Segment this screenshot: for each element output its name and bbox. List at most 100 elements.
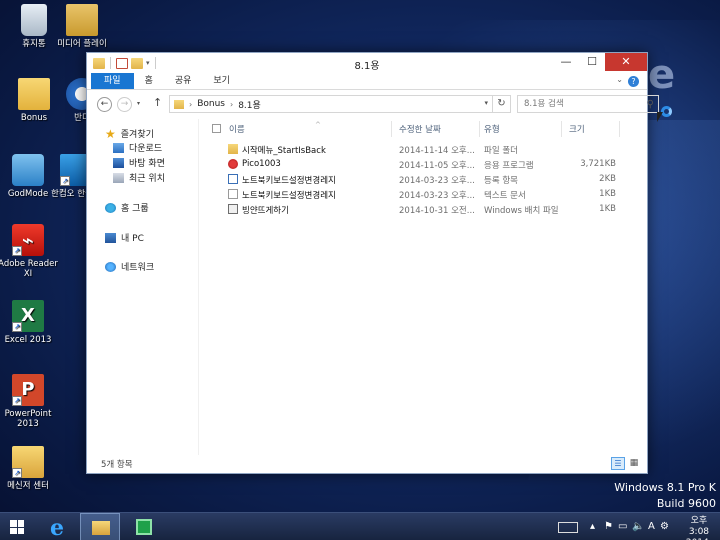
title-bar[interactable]: ▾ 8.1용 — ☐ ✕: [87, 53, 647, 73]
select-all-checkbox[interactable]: [212, 124, 221, 133]
table-row[interactable]: 노트북키보드설정변경레지 2014-03-23 오후... 등록 항목 2KB: [199, 173, 647, 187]
file-size: 3,721KB: [580, 159, 616, 169]
recent-places-icon: [113, 172, 124, 183]
nav-network[interactable]: 네트워크: [105, 260, 154, 273]
taskbar-internet-explorer[interactable]: e: [40, 513, 80, 540]
desktop-icon-label: 미디어 플레이: [57, 39, 107, 49]
table-row[interactable]: 빙얀뜨게하기 2014-10-31 오전... Windows 배치 파일 1K…: [199, 203, 647, 217]
volume-icon[interactable]: 🔈: [632, 521, 644, 532]
explorer-window[interactable]: ▾ 8.1용 — ☐ ✕ 파일 홈 공유 보기 ⌄ ? ← → ▾ ↑ › Bo…: [86, 52, 672, 474]
taskbar-file-explorer[interactable]: [80, 513, 120, 540]
messenger-icon: ↗: [12, 446, 44, 478]
start-button[interactable]: [0, 513, 36, 540]
file-modified: 2014-03-23 오후...: [399, 191, 475, 201]
folder-icon: [18, 78, 50, 110]
desktop-icon-excel[interactable]: X ↗ Excel 2013: [0, 300, 60, 345]
shortcut-arrow-icon: ↗: [60, 176, 70, 186]
folder-icon: [174, 99, 184, 109]
nav-label: 즐겨찾기: [120, 130, 154, 140]
windows-logo-icon: [10, 520, 24, 534]
nav-homegroup[interactable]: 홈 그룹: [105, 201, 149, 214]
column-divider[interactable]: [561, 121, 562, 137]
computer-icon: [105, 232, 116, 243]
tab-home[interactable]: 홈: [134, 73, 164, 89]
nav-recent[interactable]: 최근 위치: [113, 171, 165, 184]
network-icon: [105, 261, 116, 272]
address-box[interactable]: › Bonus › 8.1용 ▾: [169, 95, 493, 113]
touch-keyboard-icon[interactable]: [558, 522, 578, 533]
internet-explorer-icon: e: [50, 515, 64, 540]
mouse-pointer-icon: [657, 112, 663, 122]
column-header-modified[interactable]: 수정한 날짜: [399, 123, 441, 137]
ime-indicator[interactable]: A: [648, 521, 655, 532]
action-center-flag-icon[interactable]: ⚑: [604, 521, 613, 532]
refresh-button[interactable]: ↻: [493, 95, 511, 113]
help-icon[interactable]: ?: [628, 76, 639, 87]
expand-ribbon-icon[interactable]: ⌄: [616, 75, 623, 84]
ime-settings-icon[interactable]: ⚙: [660, 521, 669, 532]
text-file-icon: [228, 189, 238, 199]
nav-favorites[interactable]: ★ 즐겨찾기: [105, 127, 154, 141]
nav-label: 내 PC: [121, 234, 144, 244]
column-divider[interactable]: [391, 121, 392, 137]
file-name: 노트북키보드설정변경레지: [242, 191, 336, 201]
table-row[interactable]: 시작메뉴_StartIsBack 2014-11-14 오후... 파일 폴더: [199, 143, 647, 157]
nav-label: 홈 그룹: [121, 204, 149, 214]
recent-locations-dropdown-icon[interactable]: ▾: [137, 100, 140, 107]
desktop-icon-powerpoint[interactable]: P ↗ PowerPoint 2013: [0, 374, 60, 429]
desktop-icon-adobe-reader[interactable]: ⌁ ↗ Adobe Reader XI: [0, 224, 60, 279]
search-input[interactable]: 8.1용 검색 ⚲: [517, 95, 659, 113]
file-size: 1KB: [599, 204, 616, 214]
shortcut-arrow-icon: ↗: [12, 468, 22, 478]
column-header-type[interactable]: 유형: [484, 123, 500, 137]
file-list: 이름 ^ 수정한 날짜 유형 크기 시작메뉴_StartIsBack 2014-…: [199, 106, 672, 455]
nav-this-pc[interactable]: 내 PC: [105, 231, 144, 244]
breadcrumb-separator-icon[interactable]: ›: [189, 100, 192, 109]
close-button[interactable]: ✕: [605, 53, 647, 71]
table-row[interactable]: 노트북키보드설정변경레지 2014-03-23 오후... 텍스트 문서 1KB: [199, 188, 647, 202]
minimize-button[interactable]: —: [553, 53, 579, 71]
desktop-icon-media-player[interactable]: 미디어 플레이: [50, 4, 114, 49]
navigation-pane: ★ 즐겨찾기 다운로드 바탕 화면 최근 위치 홈 그룹 내 PC 네트워크: [87, 119, 199, 455]
show-hidden-icons-icon[interactable]: ▴: [590, 521, 595, 532]
desktop-icon: [113, 157, 124, 168]
maximize-button[interactable]: ☐: [579, 53, 605, 71]
address-bar-row: ← → ▾ ↑ › Bonus › 8.1용 ▾ ↻ 8.1용 검색 ⚲: [87, 90, 659, 118]
nav-downloads[interactable]: 다운로드: [113, 141, 162, 154]
batch-file-icon: [228, 204, 238, 214]
desktop-icon-messenger[interactable]: ↗ 메신저 센터: [0, 446, 60, 491]
breadcrumb-separator-icon[interactable]: ›: [230, 100, 233, 109]
clock-time: 오후 3:08: [688, 516, 710, 537]
file-modified: 2014-11-14 오후...: [399, 146, 475, 156]
search-icon[interactable]: ⚲: [647, 97, 654, 113]
file-name: 노트북키보드설정변경레지: [242, 176, 336, 186]
recycle-bin-icon: [21, 4, 47, 36]
search-placeholder: 8.1용 검색: [524, 99, 564, 109]
tab-file[interactable]: 파일: [91, 73, 134, 89]
column-header-label: 유형: [484, 125, 500, 135]
column-header-label: 수정한 날짜: [399, 125, 441, 135]
up-button[interactable]: ↑: [153, 96, 162, 109]
breadcrumb-current[interactable]: 8.1용: [238, 98, 261, 111]
details-view-button[interactable]: ☰: [611, 457, 625, 470]
column-divider[interactable]: [479, 121, 480, 137]
file-type: 텍스트 문서: [484, 191, 526, 201]
large-icons-view-button[interactable]: ▦: [627, 457, 641, 470]
clock[interactable]: 오후 3:08 2014-11-14: [686, 516, 712, 540]
network-status-icon[interactable]: ▭: [618, 521, 627, 532]
media-player-icon: [66, 4, 98, 36]
table-row[interactable]: Pico1003 2014-11-05 오후... 응용 프로그램 3,721K…: [199, 158, 647, 172]
column-divider[interactable]: [619, 121, 620, 137]
taskbar-store[interactable]: [124, 513, 164, 540]
column-header-size[interactable]: 크기: [569, 123, 585, 137]
address-dropdown-icon[interactable]: ▾: [484, 99, 488, 107]
tab-view[interactable]: 보기: [202, 73, 241, 89]
powerpoint-icon: P ↗: [12, 374, 44, 406]
nav-desktop[interactable]: 바탕 화면: [113, 156, 165, 169]
column-header-name[interactable]: 이름 ^: [229, 121, 321, 137]
shortcut-arrow-icon: ↗: [12, 396, 22, 406]
tab-share[interactable]: 공유: [164, 73, 203, 89]
forward-button[interactable]: →: [117, 97, 132, 112]
back-button[interactable]: ←: [97, 97, 112, 112]
breadcrumb-bonus[interactable]: Bonus: [197, 99, 225, 109]
